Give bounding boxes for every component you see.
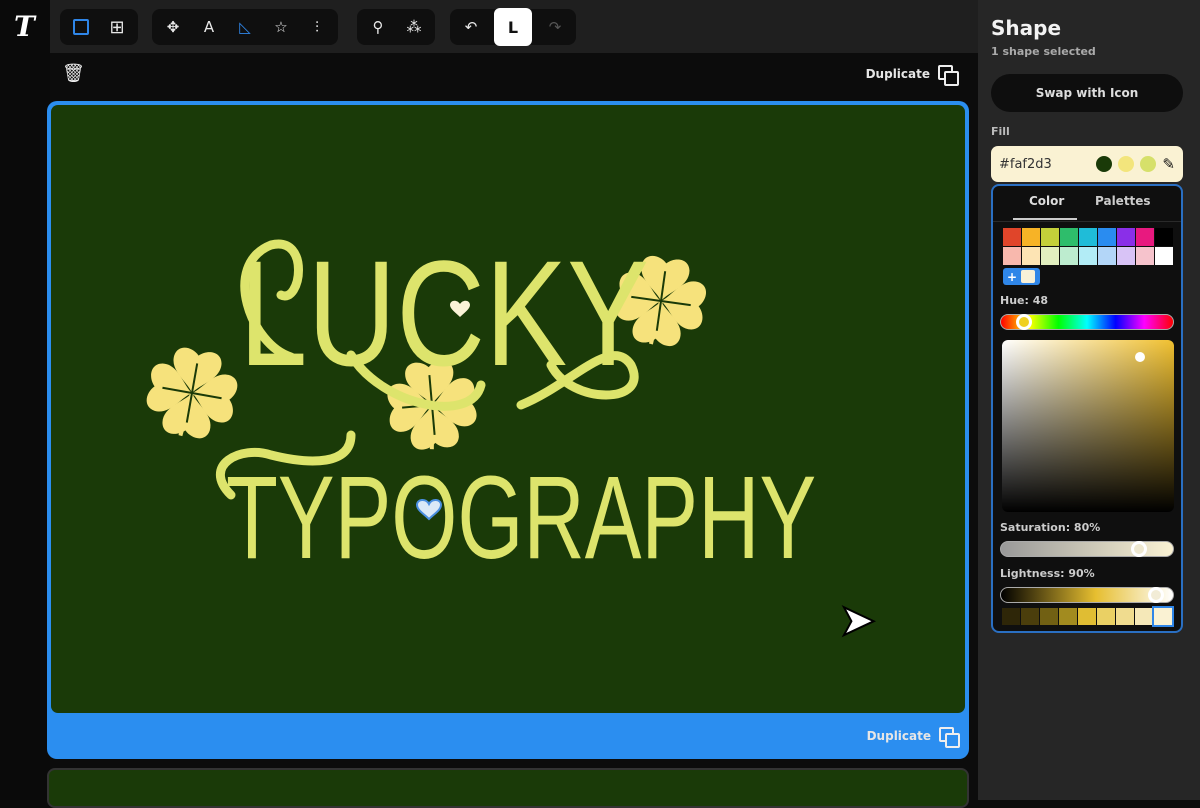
plus-icon: + (1007, 269, 1018, 284)
recent-color[interactable] (1096, 156, 1113, 172)
next-page-card[interactable] (47, 768, 969, 808)
shape-tools: ✥ A ◺ ☆ ⫶ (152, 9, 338, 45)
select-distribute-icon[interactable]: ⫶ (302, 13, 332, 41)
view-tools: ⊞ (60, 9, 138, 45)
mode-button[interactable]: L (494, 8, 532, 46)
color-swatch[interactable] (1003, 228, 1021, 246)
lightness-thumb[interactable] (1147, 587, 1164, 603)
active-tab-indicator (1013, 218, 1077, 220)
recent-color[interactable] (1118, 156, 1135, 172)
swatch-grid (1003, 228, 1173, 265)
color-point-handle[interactable] (1134, 352, 1145, 363)
hue-thumb[interactable] (1015, 314, 1032, 330)
eyedropper-icon[interactable]: ✎ (1162, 155, 1175, 173)
panel-title: Shape (991, 16, 1062, 40)
tab-color[interactable]: Color (1029, 194, 1064, 208)
node-points-icon[interactable]: ⁂ (399, 13, 429, 41)
shade-swatch[interactable] (1002, 608, 1020, 625)
shade-swatch[interactable] (1152, 606, 1174, 627)
select-text-icon[interactable]: A (194, 13, 224, 41)
saturation-thumb[interactable] (1130, 541, 1147, 557)
shade-swatch[interactable] (1135, 608, 1153, 625)
delete-icon[interactable]: 🗑 (62, 63, 85, 84)
fill-hex-input[interactable]: #faf2d3 (999, 157, 1090, 172)
color-swatch[interactable] (1022, 247, 1040, 265)
color-swatch[interactable] (1079, 247, 1097, 265)
clover-left (141, 343, 242, 444)
toolbar: ⊞ ✥ A ◺ ☆ ⫶ ⚲ ⁂ ↶ L ↷ (50, 0, 978, 53)
node-tools: ⚲ ⁂ (357, 9, 435, 45)
duplicate-button[interactable]: Duplicate (865, 65, 959, 86)
add-swatch-button[interactable]: + (1003, 268, 1040, 285)
saturation-slider[interactable] (1000, 541, 1174, 557)
color-swatch[interactable] (1155, 228, 1173, 246)
fill-field[interactable]: #faf2d3 ✎ (991, 146, 1183, 182)
lightness-label: Lightness: 90% (1000, 567, 1095, 580)
canvas-subbar: 🗑 Duplicate (50, 53, 978, 101)
current-color-swatch (1021, 270, 1036, 283)
color-swatch[interactable] (1041, 228, 1059, 246)
select-move-icon[interactable]: ✥ (158, 13, 188, 41)
saturation-value-area[interactable] (1002, 340, 1174, 512)
duplicate-label: Duplicate (866, 729, 931, 743)
color-swatch[interactable] (1060, 247, 1078, 265)
divider (993, 221, 1181, 222)
color-swatch[interactable] (1022, 228, 1040, 246)
design-canvas[interactable]: LUCKY TYPOGRAPHY ➤ (51, 105, 965, 713)
duplicate-icon (938, 65, 959, 86)
left-rail: T (0, 0, 50, 800)
hue-label: Hue: 48 (1000, 294, 1049, 307)
color-swatch[interactable] (1098, 247, 1116, 265)
saturation-label: Saturation: 80% (1000, 521, 1101, 534)
select-star-icon[interactable]: ☆ (266, 13, 296, 41)
color-swatch[interactable] (1079, 228, 1097, 246)
mouse-cursor-icon: ➤ (838, 594, 877, 647)
color-swatch[interactable] (1117, 228, 1135, 246)
color-swatch[interactable] (1155, 247, 1173, 265)
shade-swatch[interactable] (1116, 608, 1134, 625)
color-swatch[interactable] (1136, 228, 1154, 246)
swap-with-icon-button[interactable]: Swap with Icon (991, 74, 1183, 112)
shade-swatch[interactable] (1040, 608, 1058, 625)
recent-color[interactable] (1140, 156, 1157, 172)
fill-label: Fill (991, 125, 1010, 138)
artwork-decorations (51, 239, 965, 521)
color-swatch[interactable] (1041, 247, 1059, 265)
artwork-line-lucky: LUCKY (239, 229, 650, 397)
color-swatch[interactable] (1098, 228, 1116, 246)
color-swatch[interactable] (1136, 247, 1154, 265)
duplicate-label: Duplicate (865, 67, 930, 81)
node-edit-icon[interactable]: ⚲ (363, 13, 393, 41)
undo-icon[interactable]: ↶ (456, 13, 486, 41)
history-tools: ↶ L ↷ (450, 8, 576, 46)
tab-palettes[interactable]: Palettes (1095, 194, 1151, 208)
shade-swatch[interactable] (1059, 608, 1077, 625)
duplicate-icon (939, 727, 960, 748)
shade-row (1002, 606, 1174, 627)
select-shape-icon[interactable]: ◺ (230, 13, 260, 41)
redo-icon[interactable]: ↷ (540, 13, 570, 41)
grid-view-icon[interactable]: ⊞ (102, 13, 132, 41)
app-logo: T (14, 10, 35, 43)
selected-page-card[interactable]: LUCKY TYPOGRAPHY ➤ Duplicate (47, 101, 969, 759)
selection-count: 1 shape selected (991, 45, 1096, 58)
color-swatch[interactable] (1117, 247, 1135, 265)
lightness-slider[interactable] (1000, 587, 1174, 603)
shape-panel: Shape 1 shape selected Swap with Icon Fi… (978, 0, 1200, 800)
single-view-icon[interactable] (66, 13, 96, 41)
card-footer: Duplicate (47, 713, 969, 759)
hue-slider[interactable] (1000, 314, 1174, 330)
color-picker: Color Palettes + Hue: 48 Saturation: 80%… (991, 184, 1183, 633)
shade-swatch[interactable] (1078, 608, 1096, 625)
artwork-line-typography: TYPOGRAPHY (226, 452, 817, 584)
color-swatch[interactable] (1060, 228, 1078, 246)
shade-swatch[interactable] (1021, 608, 1039, 625)
color-swatch[interactable] (1003, 247, 1021, 265)
shade-swatch[interactable] (1097, 608, 1115, 625)
duplicate-button-footer[interactable]: Duplicate (866, 727, 960, 748)
